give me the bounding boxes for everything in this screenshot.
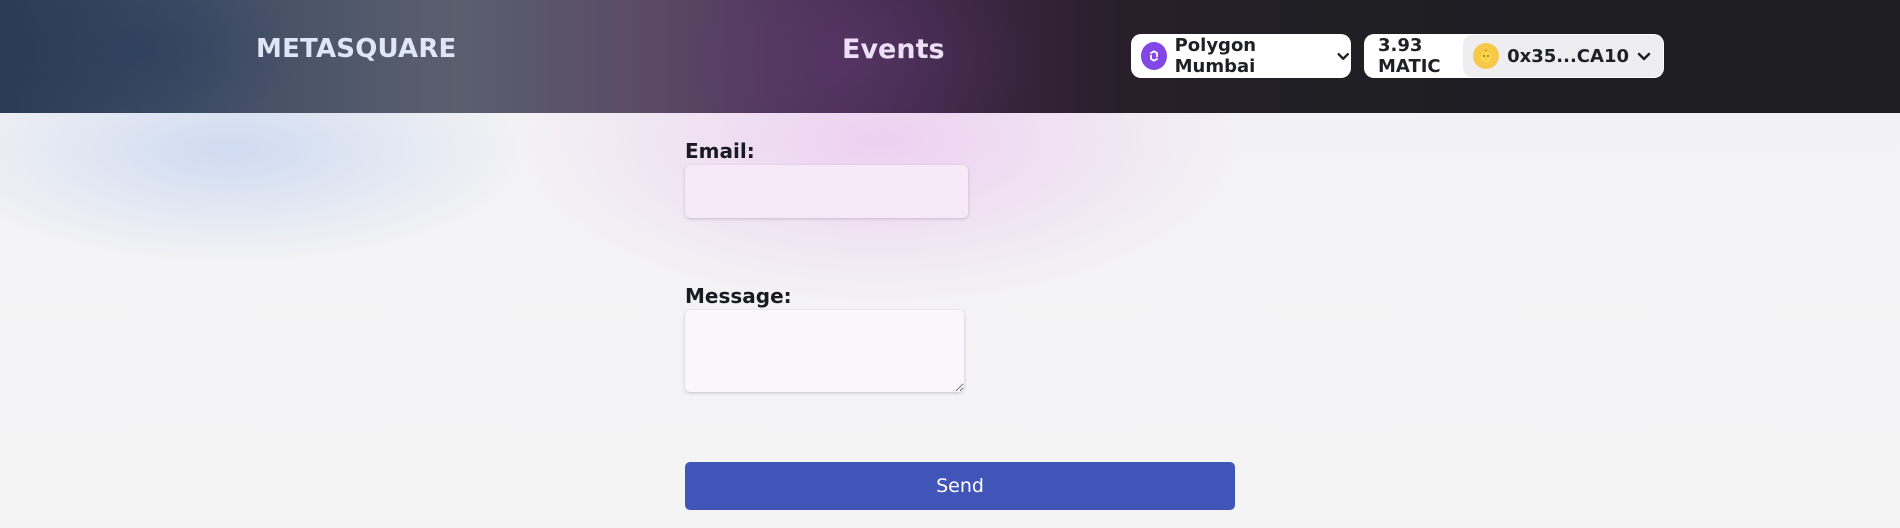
- account-selector[interactable]: 0x35...CA10: [1463, 35, 1663, 77]
- nav-link-events[interactable]: Events: [842, 34, 945, 65]
- email-field[interactable]: [685, 165, 968, 218]
- site-logo[interactable]: METASQUARE: [256, 34, 457, 64]
- chick-avatar-icon: [1473, 43, 1500, 69]
- send-button[interactable]: Send: [685, 462, 1235, 510]
- wallet-widget[interactable]: 3.93 MATIC 0x35...CA10: [1364, 34, 1664, 78]
- wallet-address: 0x35...CA10: [1507, 45, 1629, 67]
- network-name: Polygon Mumbai: [1174, 35, 1257, 77]
- chevron-down-icon: [1637, 52, 1651, 61]
- wallet-balance: 3.93 MATIC: [1378, 35, 1441, 77]
- network-selector[interactable]: Polygon Mumbai: [1131, 34, 1351, 78]
- email-label: Email:: [685, 139, 755, 163]
- message-field[interactable]: [685, 310, 964, 392]
- polygon-icon: [1141, 42, 1167, 70]
- chevron-down-icon: [1337, 52, 1349, 60]
- message-label: Message:: [685, 284, 792, 308]
- top-header: METASQUARE Events Polygon Mumbai 3.93 MA…: [0, 0, 1900, 113]
